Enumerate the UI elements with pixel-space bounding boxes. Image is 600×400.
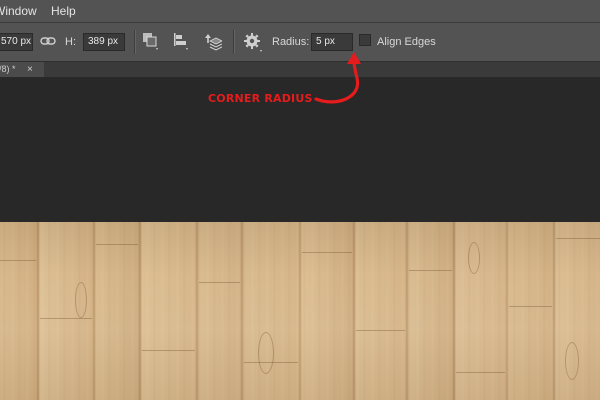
path-arrangement-icon[interactable] <box>202 32 223 55</box>
document-tab[interactable]: /8) * × <box>0 62 44 77</box>
width-field[interactable]: 570 px <box>0 33 33 51</box>
height-label: H: <box>65 36 76 48</box>
document-tab-title: /8) * <box>0 64 16 74</box>
menu-item-window[interactable]: Window <box>0 0 37 22</box>
height-field[interactable]: 389 px <box>83 33 125 51</box>
align-edges-checkbox[interactable] <box>359 34 371 46</box>
path-alignment-icon[interactable] <box>172 32 190 55</box>
align-edges-label: Align Edges <box>377 36 436 48</box>
menu-item-help[interactable]: Help <box>51 0 76 22</box>
divider <box>134 30 136 54</box>
menu-bar: Window Help <box>0 0 600 23</box>
close-icon[interactable]: × <box>27 62 33 77</box>
path-operations-icon[interactable] <box>142 32 160 55</box>
gear-icon[interactable] <box>243 32 265 57</box>
divider <box>233 30 235 54</box>
wood-texture-canvas <box>0 222 600 400</box>
annotation-label: CORNER RADIUS <box>208 92 313 105</box>
link-icon[interactable] <box>40 34 56 51</box>
